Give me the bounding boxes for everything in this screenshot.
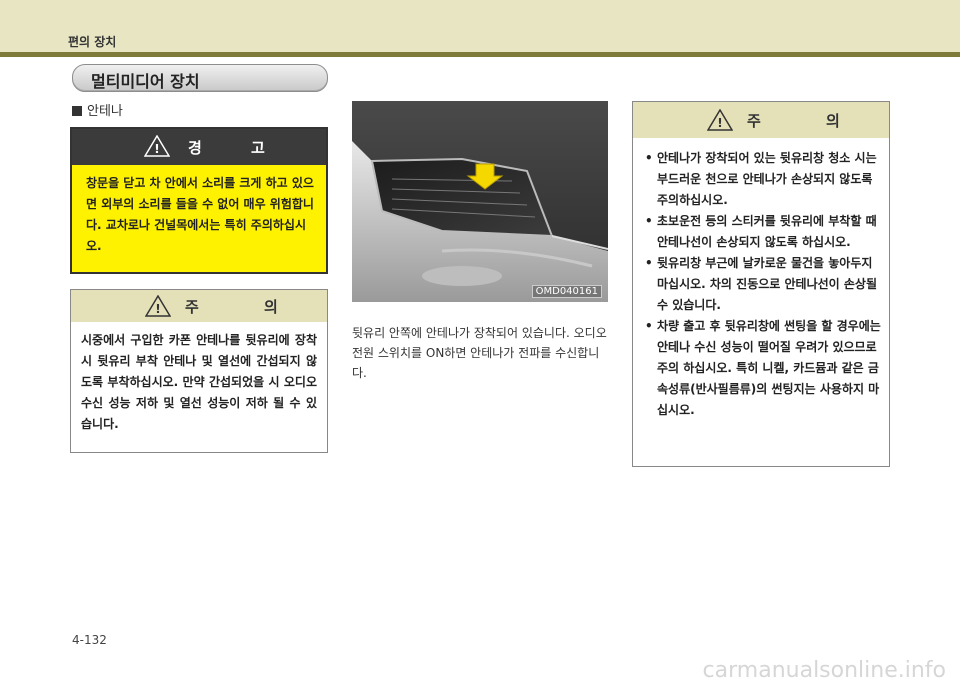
caution-title-right: 주 의	[747, 112, 870, 130]
car-rear-illustration	[352, 101, 608, 302]
page-number: 4-132	[72, 633, 107, 647]
svg-text:!: !	[154, 142, 159, 156]
list-item: 초보운전 등의 스티커를 뒷유리에 부착할 때 안테나선이 손상되지 않도록 하…	[645, 211, 881, 253]
section-title-pill: 멀티미디어 장치	[72, 64, 328, 92]
square-bullet-icon	[72, 106, 82, 116]
caution-text-left: 시중에서 구입한 카폰 안테나를 뒷유리에 장착시 뒷유리 부착 안테나 및 열…	[81, 333, 317, 431]
warning-text: 창문을 닫고 차 안에서 소리를 크게 하고 있으면 외부의 소리를 들을 수 …	[86, 176, 314, 253]
caution-title-left: 주 의	[185, 298, 308, 316]
caution-header-left: ! 주 의	[71, 290, 327, 322]
list-item: 차량 출고 후 뒷유리창에 썬팅을 할 경우에는 안테나 수신 성능이 떨어질 …	[645, 316, 881, 421]
svg-text:!: !	[717, 116, 722, 130]
section-title: 멀티미디어 장치	[91, 72, 200, 91]
warning-box: ! 경 고 창문을 닫고 차 안에서 소리를 크게 하고 있으면 외부의 소리를…	[70, 127, 328, 274]
list-item: 안테나가 장착되어 있는 뒷유리창 청소 시는 부드러운 천으로 안테나가 손상…	[645, 148, 881, 211]
caution-box-right: ! 주 의 안테나가 장착되어 있는 뒷유리창 청소 시는 부드러운 천으로 안…	[632, 101, 890, 467]
rear-window-antenna-photo: OMD040161	[352, 101, 608, 302]
svg-text:!: !	[155, 302, 160, 316]
caution-list-right: 안테나가 장착되어 있는 뒷유리창 청소 시는 부드러운 천으로 안테나가 손상…	[633, 138, 889, 421]
caution-triangle-icon: !	[707, 109, 733, 131]
antenna-description: 뒷유리 안쪽에 안테나가 장착되어 있습니다. 오디오 전원 스위치를 ON하면…	[352, 326, 607, 380]
warning-triangle-icon: !	[144, 135, 170, 157]
watermark: carmanualsonline.info	[702, 658, 946, 683]
chapter-title: 편의 장치	[68, 35, 117, 49]
caution-header-right: ! 주 의	[633, 102, 889, 138]
caution-box-left: ! 주 의 시중에서 구입한 카폰 안테나를 뒷유리에 장착시 뒷유리 부착 안…	[70, 289, 328, 453]
image-code: OMD040161	[531, 285, 602, 298]
list-item: 뒷유리창 부근에 날카로운 물건을 놓아두지 마십시오. 차의 진동으로 안테나…	[645, 253, 881, 316]
warning-header: ! 경 고	[72, 129, 326, 165]
warning-title: 경 고	[188, 139, 287, 157]
subheading: 안테나	[72, 100, 123, 119]
caution-triangle-icon: !	[145, 295, 171, 317]
page-header-bar: 편의 장치	[0, 0, 960, 52]
subheading-text: 안테나	[87, 104, 123, 119]
header-divider	[0, 52, 960, 57]
